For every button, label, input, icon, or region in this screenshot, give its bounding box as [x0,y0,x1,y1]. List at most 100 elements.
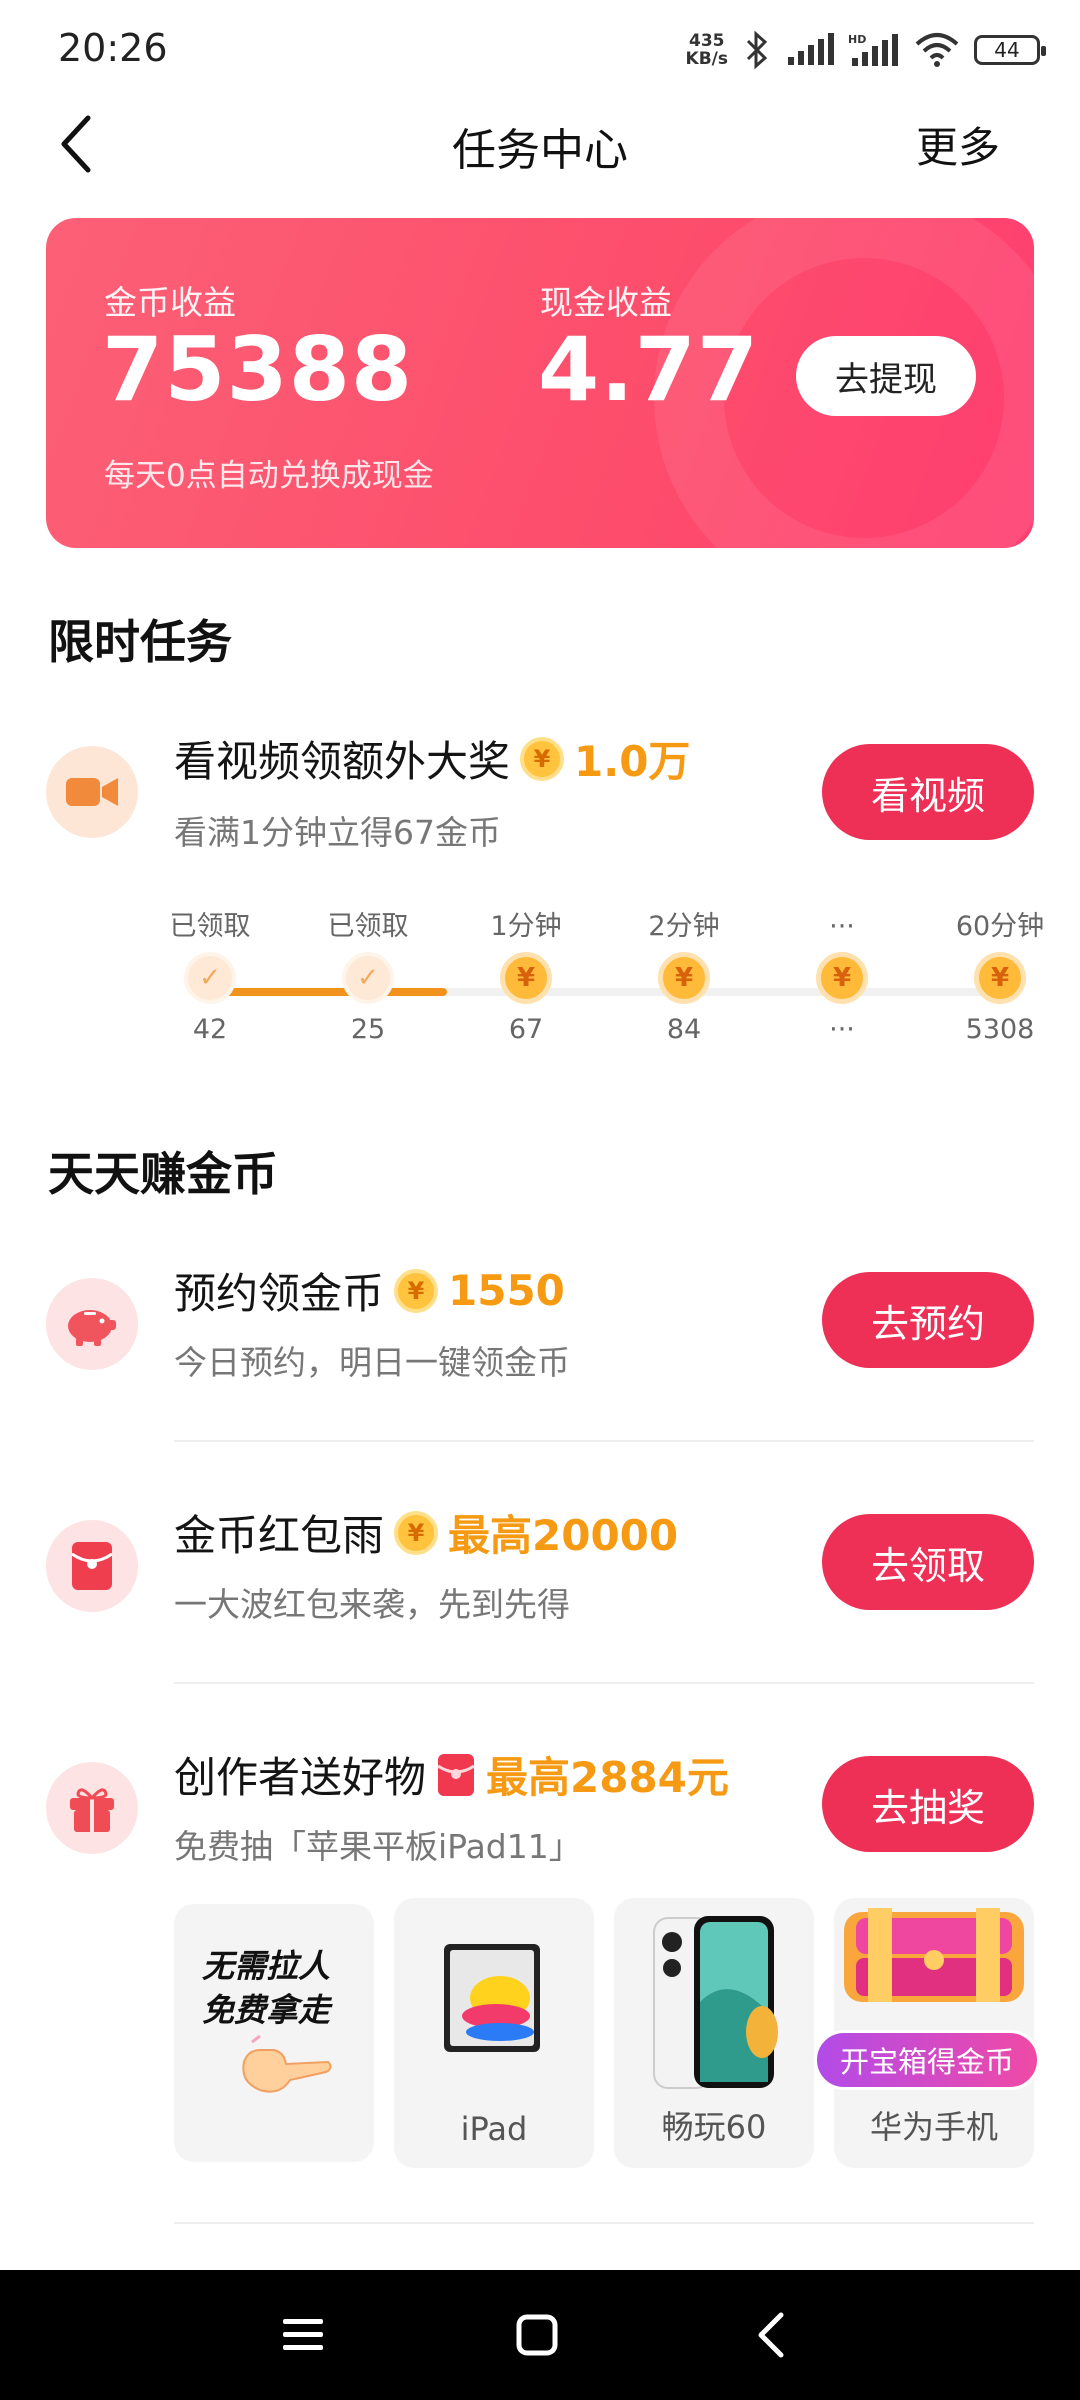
check-icon: ✓ [184,952,236,1004]
task-icon-envelope [46,1520,138,1612]
milestone-label: 60分钟 [955,911,1045,942]
progress-milestone: 1分钟 ¥67 [448,910,604,1045]
home-button[interactable] [502,2300,572,2370]
back-nav-button[interactable] [736,2300,806,2370]
system-nav-bar [0,2270,1080,2400]
home-square-icon [516,2314,558,2356]
creator-gift-task: 创作者送好物 最高2884元 免费抽「苹果平板iPad11」 去抽奖 [0,1728,1080,1888]
treasure-chest-badge[interactable]: 开宝箱得金币 [814,2030,1040,2090]
milestone-label: 已领取 [327,911,409,942]
milestone-value: 42 [192,1014,228,1045]
piggy-bank-icon [68,1310,116,1346]
cash-earnings-label: 现金收益 [540,283,672,322]
hand-pointing-icon [242,2034,332,2093]
watch-video-button[interactable]: 看视频 [822,744,1034,840]
milestone-value: 84 [666,1014,702,1045]
progress-milestone: 2分钟 ¥84 [606,910,762,1045]
limited-tasks-title: 限时任务 [48,615,232,669]
coin-icon: ¥ [658,952,710,1004]
task-subtitle: 一大波红包来袭，先到先得 [174,1585,570,1624]
check-icon: ✓ [342,952,394,1004]
network-speed-value: 435 [689,31,725,51]
divider [174,1440,1034,1442]
milestone-label: 1分钟 [490,911,562,942]
milestone-value: 5308 [965,1014,1035,1045]
more-button[interactable]: 更多 [916,114,1000,175]
red-envelope-rain-task: 金币红包雨 ¥ 最高20000 一大波红包来袭，先到先得 去领取 [0,1486,1080,1646]
watch-video-task: 看视频领额外大奖 ¥ 1.0万 看满1分钟立得67金币 看视频 [0,714,1080,874]
claim-button[interactable]: 去领取 [822,1514,1034,1610]
coin-earnings-label: 金币收益 [104,283,236,322]
red-envelope-icon [437,1753,475,1796]
milestone-value: ··· [829,1014,855,1045]
svg-text:HD: HD [848,33,866,46]
network-speed-unit: KB/s [685,49,728,69]
promo-tile[interactable]: 无需拉人 免费拿走 [174,1904,374,2162]
divider [174,2222,1034,2224]
task-icon-gift [46,1762,138,1854]
menu-icon [283,2319,323,2350]
coin-icon: ¥ [500,952,552,1004]
task-reward: 1.0万 [574,737,691,786]
task-reward: 最高2884元 [486,1753,729,1802]
product-tile-phone[interactable]: 畅玩60 [614,1898,814,2168]
milestone-value: 25 [350,1014,386,1045]
treasure-chest-icon [844,1908,1024,2002]
coin-icon: ¥ [974,952,1026,1004]
task-title-text: 预约领金币 [174,1269,385,1318]
milestone-label: 2分钟 [648,911,720,942]
tablet-icon [444,1944,540,2052]
withdraw-button[interactable]: 去提现 [796,336,976,416]
task-title: 预约领金币 ¥ 1550 [174,1260,565,1321]
progress-milestone: 60分钟 ¥5308 [922,910,1078,1045]
reserve-button[interactable]: 去预约 [822,1272,1034,1368]
menu-button[interactable] [268,2300,338,2370]
promo-line-1: 无需拉人 [202,1947,331,1985]
progress-milestone: 已领取 ✓ 25 [290,910,446,1045]
task-title-text: 创作者送好物 [174,1753,427,1802]
product-tile-ipad[interactable]: iPad [394,1898,594,2168]
milestone-label: 已领取 [169,911,251,942]
cash-earnings-value: 4.77 [538,318,760,421]
reservation-task: 预约领金币 ¥ 1550 今日预约，明日一键领金币 去预约 [0,1244,1080,1404]
progress-milestone: 已领取 ✓ 42 [132,910,288,1045]
status-icons: 435 KB/s HD 44 [686,28,1046,72]
divider [174,1682,1034,1684]
status-time: 20:26 [58,26,168,70]
bluetooth-icon [746,30,768,70]
task-title-text: 金币红包雨 [174,1511,385,1560]
battery-level: 44 [994,38,1020,62]
task-subtitle: 今日预约，明日一键领金币 [174,1343,570,1382]
task-title: 看视频领额外大奖 ¥ 1.0万 [174,728,690,789]
app-header: 任务中心 更多 [0,100,1080,190]
network-speed: 435 KB/s [686,32,728,68]
signal-icon [788,33,834,65]
back-arrow-icon [758,2312,784,2358]
battery-indicator: 44 [974,35,1046,65]
product-label: 华为手机 [869,2108,998,2146]
promo-line-2: 免费拿走 [202,1991,331,2029]
coin-earnings-value: 75388 [102,318,414,421]
lottery-button[interactable]: 去抽奖 [822,1756,1034,1852]
progress-milestone: ··· ¥ ··· [764,910,920,1045]
product-label: iPad [460,2110,528,2148]
task-icon-video [46,746,138,838]
video-camera-icon [66,778,118,806]
task-reward: 最高20000 [448,1511,679,1560]
coin-icon: ¥ [520,736,565,781]
coin-icon: ¥ [394,1510,439,1555]
promo-text: 无需拉人 免费拿走 [202,1944,330,2032]
task-subtitle: 免费抽「苹果平板iPad11」 [174,1827,582,1866]
milestone-label: ··· [829,911,855,942]
task-title: 金币红包雨 ¥ 最高20000 [174,1502,678,1563]
gift-icon [70,1788,114,1832]
task-title-text: 看视频领额外大奖 [174,737,511,786]
product-label: 畅玩60 [661,2108,767,2146]
milestone-value: 67 [508,1014,544,1045]
earnings-card: 金币收益 75388 现金收益 4.77 每天0点自动兑换成现金 去提现 [46,218,1034,548]
video-progress: 已领取 ✓ 42 已领取 ✓ 25 1分钟 ¥67 2分钟 ¥84 ··· ¥ ··· 60分钟 ¥5308 [0,900,1080,1080]
signal-hd-icon: HD [848,33,898,66]
earnings-note: 每天0点自动兑换成现金 [104,458,434,494]
task-title: 创作者送好物 最高2884元 [174,1744,729,1805]
wifi-icon [915,33,959,67]
